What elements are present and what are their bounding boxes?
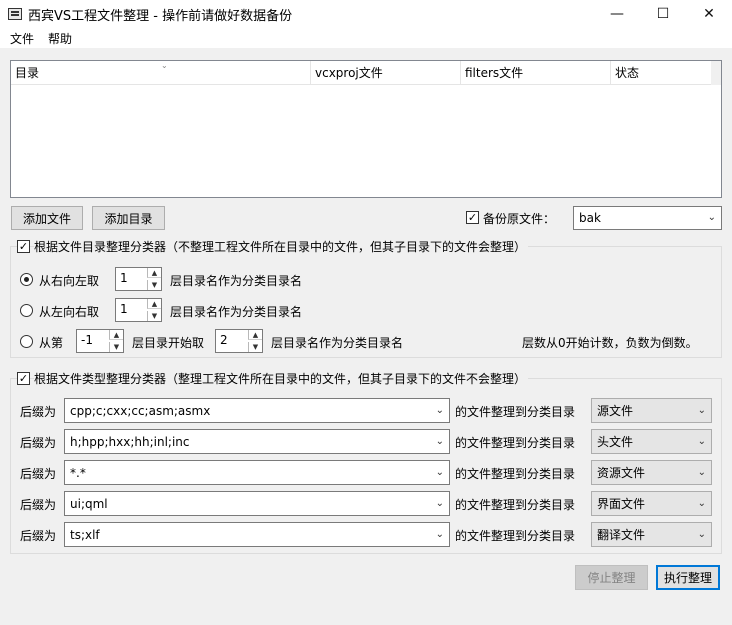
backup-label: 备份原文件： (483, 212, 556, 226)
range-start-suffix: 层目录开始取 (132, 336, 205, 350)
chevron-down-icon: ⌄ (697, 497, 706, 509)
stop-button[interactable]: 停止整理 (575, 565, 648, 590)
right-to-left-suffix: 层目录名作为分类目录名 (170, 274, 303, 288)
menu-file[interactable]: 文件 (10, 30, 34, 47)
suffix-label: 后缀为 (20, 529, 57, 543)
radio-range-label: 从第 (39, 336, 64, 350)
menu-help[interactable]: 帮助 (48, 30, 72, 47)
radio-left-to-right[interactable] (20, 304, 33, 317)
maximize-button[interactable]: ☐ (640, 0, 686, 28)
suffix-pattern-combo[interactable]: cpp;c;cxx;cc;asm;asmx ⌄ (64, 398, 450, 423)
suffix-pattern-value: h;hpp;hxx;hh;inl;inc (70, 434, 190, 449)
chevron-down-icon: ⌄ (435, 466, 444, 478)
menu-bar (0, 28, 732, 48)
backup-extension-value: bak (579, 211, 601, 225)
chevron-down-icon: ⌄ (697, 435, 706, 447)
suffix-label: 后缀为 (20, 405, 57, 419)
spinbox-value: 1 (120, 302, 128, 316)
column-header-vcxproj[interactable]: vcxproj文件 (311, 61, 461, 85)
spin-down-icon[interactable]: ▼ (147, 311, 161, 321)
suffix-label: 后缀为 (20, 498, 57, 512)
chevron-down-icon: ⌄ (697, 466, 706, 478)
backup-extension-combo[interactable]: bak ⌄ (573, 206, 722, 230)
chevron-down-icon: ⌄ (697, 404, 706, 416)
suffix-pattern-combo[interactable]: ts;xlf ⌄ (64, 522, 450, 547)
suffix-label: 后缀为 (20, 436, 57, 450)
target-folder-combo[interactable]: 资源文件 ⌄ (591, 460, 712, 485)
left-to-right-suffix: 层目录名作为分类目录名 (170, 305, 303, 319)
suffix-pattern-combo[interactable]: h;hpp;hxx;hh;inl;inc ⌄ (64, 429, 450, 454)
suffix-label: 后缀为 (20, 467, 57, 481)
range-note: 层数从0开始计数，负数为倒数。 (522, 336, 698, 350)
range-start-spinbox[interactable]: -1 ▲ ▼ (76, 329, 124, 353)
spin-up-icon[interactable]: ▲ (109, 330, 123, 340)
type-classifier-label: 根据文件类型整理分类器（整理工程文件所在目录中的文件，但其子目录下的文件不会整理… (34, 370, 529, 387)
minimize-button[interactable]: — (594, 0, 640, 28)
directory-classifier-label: 根据文件目录整理分类器（不整理工程文件所在目录中的文件，但其子目录下的文件会整理… (34, 238, 529, 255)
app-icon (8, 8, 22, 20)
spin-down-icon[interactable]: ▼ (248, 342, 262, 352)
suffix-pattern-value: cpp;c;cxx;cc;asm;asmx (70, 403, 211, 418)
target-label: 的文件整理到分类目录 (455, 405, 576, 419)
project-list[interactable]: 目录 ⌄ vcxproj文件 filters文件 状态 (10, 60, 722, 198)
chevron-down-icon: ⌄ (707, 211, 716, 223)
radio-right-to-left[interactable] (20, 273, 33, 286)
close-button[interactable]: ✕ (686, 0, 732, 28)
target-folder-value: 界面文件 (597, 497, 646, 511)
chevron-down-icon: ⌄ (435, 435, 444, 447)
left-to-right-level-spinbox[interactable]: 1 ▲ ▼ (115, 298, 162, 322)
right-to-left-level-spinbox[interactable]: 1 ▲ ▼ (115, 267, 162, 291)
sort-indicator-icon: ⌄ (161, 61, 168, 70)
radio-right-to-left-label: 从右向左取 (39, 274, 100, 288)
range-count-spinbox[interactable]: 2 ▲ ▼ (215, 329, 263, 353)
spin-up-icon[interactable]: ▲ (147, 299, 161, 309)
target-folder-combo[interactable]: 翻译文件 ⌄ (591, 522, 712, 547)
type-classifier-checkbox[interactable]: ✓ (17, 372, 30, 385)
add-directory-button[interactable]: 添加目录 (92, 206, 165, 230)
target-folder-value: 源文件 (597, 404, 634, 418)
spin-up-icon[interactable]: ▲ (248, 330, 262, 340)
spinbox-value: 2 (220, 333, 228, 347)
backup-checkbox[interactable]: ✓ (466, 211, 479, 224)
suffix-pattern-value: *.* (70, 465, 86, 480)
suffix-pattern-combo[interactable]: *.* ⌄ (64, 460, 450, 485)
radio-range[interactable] (20, 335, 33, 348)
suffix-pattern-combo[interactable]: ui;qml ⌄ (64, 491, 450, 516)
target-label: 的文件整理到分类目录 (455, 529, 576, 543)
window-title: 西宾VS工程文件整理 - 操作前请做好数据备份 (28, 9, 293, 24)
column-header-filters[interactable]: filters文件 (461, 61, 611, 85)
target-folder-combo[interactable]: 源文件 ⌄ (591, 398, 712, 423)
target-folder-value: 资源文件 (597, 466, 646, 480)
suffix-pattern-value: ui;qml (70, 496, 108, 511)
target-label: 的文件整理到分类目录 (455, 436, 576, 450)
target-label: 的文件整理到分类目录 (455, 467, 576, 481)
list-header: 目录 ⌄ vcxproj文件 filters文件 状态 (11, 61, 721, 85)
directory-classifier-checkbox[interactable]: ✓ (17, 240, 30, 253)
spinbox-value: -1 (81, 333, 93, 347)
spin-down-icon[interactable]: ▼ (109, 342, 123, 352)
chevron-down-icon: ⌄ (435, 404, 444, 416)
run-button[interactable]: 执行整理 (656, 565, 720, 590)
suffix-pattern-value: ts;xlf (70, 527, 100, 542)
radio-left-to-right-label: 从左向右取 (39, 305, 100, 319)
list-scrollbar-corner (711, 61, 721, 85)
target-label: 的文件整理到分类目录 (455, 498, 576, 512)
target-folder-value: 翻译文件 (597, 528, 646, 542)
chevron-down-icon: ⌄ (435, 528, 444, 540)
target-folder-value: 头文件 (597, 435, 634, 449)
range-count-suffix: 层目录名作为分类目录名 (271, 336, 404, 350)
spin-down-icon[interactable]: ▼ (147, 280, 161, 290)
chevron-down-icon: ⌄ (697, 528, 706, 540)
target-folder-combo[interactable]: 界面文件 ⌄ (591, 491, 712, 516)
target-folder-combo[interactable]: 头文件 ⌄ (591, 429, 712, 454)
add-file-button[interactable]: 添加文件 (11, 206, 83, 230)
spin-up-icon[interactable]: ▲ (147, 268, 161, 278)
chevron-down-icon: ⌄ (435, 497, 444, 509)
column-header-status[interactable]: 状态 (611, 61, 711, 85)
spinbox-value: 1 (120, 271, 128, 285)
